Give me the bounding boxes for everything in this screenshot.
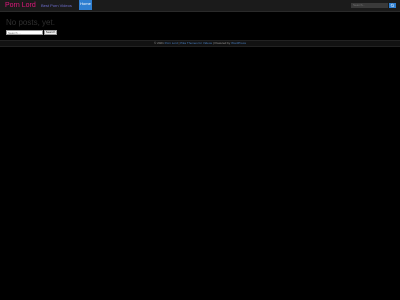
- header-search-button[interactable]: [389, 3, 396, 8]
- site-footer: © 2021 Porn Lord | Pika Themes for Video…: [0, 40, 400, 47]
- search-field[interactable]: [6, 30, 43, 35]
- footer-powered-text: Powered by: [214, 41, 231, 45]
- footer-wordpress-link[interactable]: WordPress: [231, 41, 246, 45]
- header-search-input[interactable]: [351, 3, 388, 8]
- no-posts-message: No posts, yet.: [6, 18, 55, 27]
- search-submit-button[interactable]: Search: [44, 30, 57, 35]
- footer-site-link[interactable]: Porn Lord: [165, 41, 178, 45]
- search-icon: [390, 3, 395, 8]
- nav-home-link[interactable]: Home: [79, 0, 92, 10]
- site-title-link[interactable]: Porn Lord: [5, 1, 36, 10]
- footer-theme-link[interactable]: Pika Themes for Videos: [180, 41, 212, 45]
- site-tagline: Best Porn Videos: [41, 3, 72, 8]
- footer-copyright: © 2021: [154, 41, 164, 45]
- top-navigation-bar: Porn Lord Best Porn Videos Home: [0, 0, 400, 12]
